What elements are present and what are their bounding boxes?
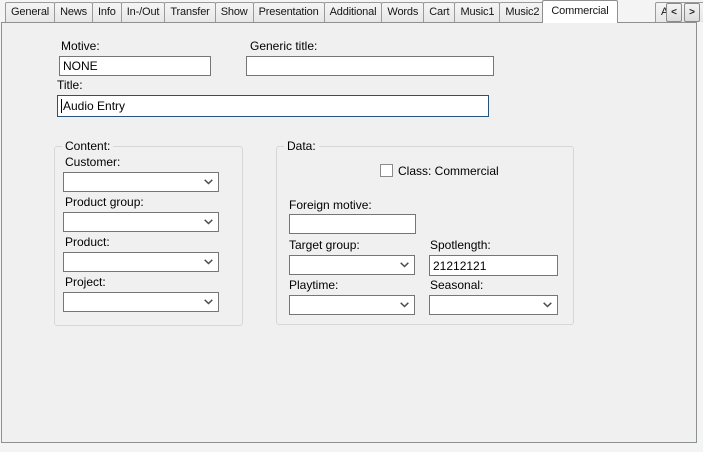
scroll-left-icon: < bbox=[671, 7, 677, 18]
tab-presentation[interactable]: Presentation bbox=[253, 2, 325, 22]
product-group-label: Product group: bbox=[65, 195, 144, 209]
tab-news[interactable]: News bbox=[54, 2, 93, 22]
tab-scroll-right-button[interactable]: > bbox=[684, 3, 700, 22]
motive-input[interactable] bbox=[59, 56, 211, 76]
tab-scroll-left-button[interactable]: < bbox=[666, 3, 682, 22]
seasonal-select[interactable] bbox=[429, 295, 558, 315]
motive-label: Motive: bbox=[61, 39, 100, 53]
project-label: Project: bbox=[65, 275, 106, 289]
chevron-down-icon bbox=[204, 299, 213, 305]
commercial-properties-dialog: General News Info In-/Out Transfer Show … bbox=[0, 0, 703, 452]
spotlength-input[interactable] bbox=[429, 255, 558, 276]
generic-title-label: Generic title: bbox=[250, 39, 317, 53]
customer-select[interactable] bbox=[63, 172, 219, 192]
project-select[interactable] bbox=[63, 292, 219, 312]
generic-title-input[interactable] bbox=[246, 56, 494, 76]
product-group-select[interactable] bbox=[63, 212, 219, 232]
playtime-label: Playtime: bbox=[289, 278, 338, 292]
tab-cart[interactable]: Cart bbox=[423, 2, 455, 22]
title-input[interactable] bbox=[57, 95, 489, 117]
product-label: Product: bbox=[65, 235, 110, 249]
tab-in-out[interactable]: In-/Out bbox=[121, 2, 166, 22]
customer-label: Customer: bbox=[65, 155, 120, 169]
tab-show[interactable]: Show bbox=[215, 2, 254, 22]
tab-words[interactable]: Words bbox=[381, 2, 424, 22]
target-group-label: Target group: bbox=[289, 238, 360, 252]
foreign-motive-label: Foreign motive: bbox=[289, 198, 372, 212]
product-select[interactable] bbox=[63, 252, 219, 272]
tab-info[interactable]: Info bbox=[92, 2, 122, 22]
spotlength-label: Spotlength: bbox=[430, 238, 491, 252]
tab-transfer[interactable]: Transfer bbox=[164, 2, 215, 22]
chevron-down-icon bbox=[400, 302, 409, 308]
chevron-down-icon bbox=[543, 302, 552, 308]
title-label: Title: bbox=[57, 78, 83, 92]
foreign-motive-input[interactable] bbox=[289, 214, 416, 234]
class-commercial-checkbox[interactable] bbox=[380, 164, 393, 177]
tab-music2[interactable]: Music2 bbox=[499, 2, 545, 22]
chevron-down-icon bbox=[204, 179, 213, 185]
class-commercial-checkbox-label: Class: Commercial bbox=[398, 164, 499, 178]
chevron-down-icon bbox=[204, 259, 213, 265]
tab-additional[interactable]: Additional bbox=[324, 2, 383, 22]
target-group-select[interactable] bbox=[289, 255, 415, 275]
content-group-label: Content: bbox=[62, 139, 113, 153]
tab-commercial[interactable]: Commercial bbox=[542, 0, 617, 23]
scroll-right-icon: > bbox=[689, 7, 695, 18]
tab-music1[interactable]: Music1 bbox=[454, 2, 500, 22]
chevron-down-icon bbox=[204, 219, 213, 225]
chevron-down-icon bbox=[400, 262, 409, 268]
tab-bar: General News Info In-/Out Transfer Show … bbox=[5, 0, 616, 22]
playtime-select[interactable] bbox=[289, 295, 415, 315]
text-caret bbox=[61, 99, 62, 113]
data-group-label: Data: bbox=[284, 139, 319, 153]
seasonal-label: Seasonal: bbox=[430, 278, 483, 292]
tab-general[interactable]: General bbox=[5, 2, 55, 22]
